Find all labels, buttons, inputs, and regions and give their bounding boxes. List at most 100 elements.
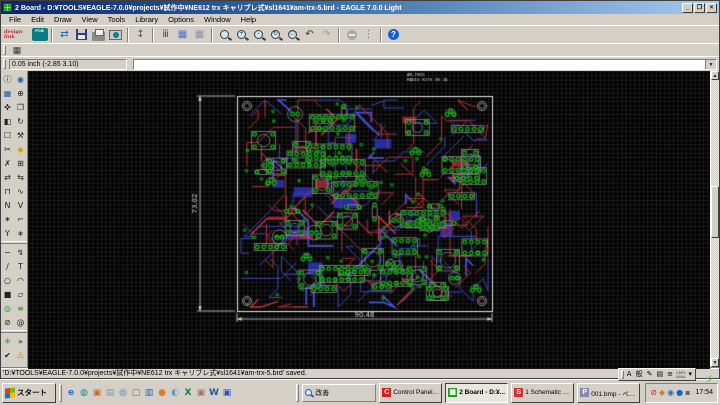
optimize-tool[interactable]: ∗ <box>14 226 27 240</box>
delete-tool[interactable]: ✗ <box>1 156 14 170</box>
media-orange-icon[interactable]: ▣ <box>91 386 103 400</box>
taskbar-handle[interactable] <box>296 383 300 402</box>
minimize-button[interactable]: _ <box>682 2 693 13</box>
circle-tool[interactable]: ○ <box>1 273 14 287</box>
ime-menu-icon[interactable]: ≡ <box>666 369 674 380</box>
polygon-tool[interactable]: ▱ <box>14 287 27 301</box>
firefox-icon[interactable]: ● <box>156 386 168 400</box>
mirror-tool[interactable]: ◧ <box>1 114 14 128</box>
display-monitor-icon[interactable]: ▥ <box>143 386 155 400</box>
scrollbar-thumb[interactable] <box>711 185 719 238</box>
design-rules-button[interactable]: ↕ <box>132 27 149 43</box>
zoom-select-button[interactable]: □ <box>284 27 301 43</box>
restore-button[interactable]: ❐ <box>694 2 705 13</box>
device-icon[interactable]: ▪ <box>685 388 690 398</box>
ratsnest-tool[interactable]: ✳ <box>1 334 14 348</box>
vertical-scrollbar[interactable]: ▲ ▼ <box>710 71 719 367</box>
ime-pen-icon[interactable]: ✎ <box>646 369 654 380</box>
task-button[interactable]: ▦ 2 Board - D:¥... <box>445 382 509 403</box>
move-tool[interactable]: ✜ <box>1 100 14 114</box>
ime-conversion-mode-button[interactable]: 般 <box>635 369 644 380</box>
task-button[interactable]: C Control Panel - ... <box>379 382 443 403</box>
route-tool[interactable]: ∽ <box>1 245 14 259</box>
pinswap-tool[interactable]: ⇄ <box>1 170 14 184</box>
meander-tool[interactable]: ∿ <box>14 184 27 198</box>
switch-board-schematic-button[interactable]: ⇄ <box>56 27 73 43</box>
menu-view[interactable]: View <box>77 14 103 25</box>
run-ulp-button[interactable]: ▦ <box>174 27 191 43</box>
excel-icon[interactable]: X <box>182 386 194 400</box>
task-button[interactable]: S1 Schematic - D... <box>511 382 575 403</box>
split-tool[interactable]: Y <box>1 226 14 240</box>
show-desktop-icon[interactable]: ▢ <box>130 386 142 400</box>
menu-help[interactable]: Help <box>236 14 261 25</box>
command-input[interactable] <box>134 59 705 69</box>
signal-tool[interactable]: ≡ <box>14 301 27 315</box>
rotate-tool[interactable]: ↻ <box>14 114 27 128</box>
zoom-out-button[interactable]: - <box>250 27 267 43</box>
arc-tool[interactable]: ◠ <box>14 273 27 287</box>
change-tool[interactable]: ⚒ <box>14 128 27 142</box>
save-button[interactable] <box>73 27 90 43</box>
menu-draw[interactable]: Draw <box>49 14 77 25</box>
add-tool[interactable]: ⊞ <box>14 156 27 170</box>
taskbar-clock[interactable]: 17:54 <box>695 389 713 396</box>
design-link-button[interactable]: design link <box>3 27 31 43</box>
mark-tool[interactable]: ⊕ <box>14 86 27 100</box>
scroll-up-button[interactable]: ▲ <box>711 71 719 80</box>
scrollbar-track[interactable] <box>711 80 719 358</box>
replace-tool[interactable]: ⇆ <box>14 170 27 184</box>
text-tool[interactable]: T <box>14 259 27 273</box>
command-dropdown-button[interactable]: ▼ <box>705 59 716 69</box>
show-tool[interactable]: ◉ <box>14 72 27 86</box>
ime-pad-icon[interactable]: ▤ <box>655 369 664 380</box>
name-tool[interactable]: N <box>1 198 14 212</box>
lock-tool[interactable]: ⊓ <box>1 184 14 198</box>
toolbar-handle[interactable] <box>3 59 6 69</box>
errors-tool[interactable]: ⚠ <box>14 348 27 362</box>
menu-options[interactable]: Options <box>163 14 199 25</box>
print-button[interactable] <box>90 27 107 43</box>
undo-button[interactable]: ↶ <box>301 27 318 43</box>
app-blue-icon[interactable]: ▣ <box>221 386 233 400</box>
copy-tool[interactable]: ❐ <box>14 100 27 114</box>
display-tool[interactable]: ▦ <box>1 86 14 100</box>
wire-tool[interactable]: ∕ <box>1 259 14 273</box>
msn-icon[interactable]: ◍ <box>78 386 90 400</box>
ime-input-mode-button[interactable]: A <box>626 369 633 380</box>
security-shield-icon[interactable]: ◆ <box>659 388 665 398</box>
close-button[interactable]: × <box>706 2 717 13</box>
hole-tool[interactable]: ⊘ <box>1 315 14 329</box>
paste-tool[interactable]: ◆ <box>14 142 27 156</box>
messenger-icon[interactable]: ● <box>676 388 683 398</box>
menu-tools[interactable]: Tools <box>103 14 131 25</box>
attribute-tool[interactable]: @ <box>14 315 27 329</box>
help-button[interactable]: ? <box>385 27 402 43</box>
taskbar-handle[interactable] <box>59 383 62 402</box>
pcb-quote-button[interactable]: PCB <box>31 27 48 43</box>
zoom-fit-button[interactable] <box>216 27 233 43</box>
zoom-redraw-button[interactable]: ↻ <box>267 27 284 43</box>
ime-language-bar[interactable]: A 般 ✎ ▤ ≡ CAPS KANA ▾ <box>617 368 696 381</box>
browser-blue-icon[interactable]: ◎ <box>117 386 129 400</box>
menu-edit[interactable]: Edit <box>26 14 49 25</box>
info-tool[interactable]: ⓘ <box>1 72 14 86</box>
menu-window[interactable]: Window <box>199 14 236 25</box>
rect-tool[interactable]: ■ <box>1 287 14 301</box>
ripup-tool[interactable]: ↯ <box>14 245 27 259</box>
autorouter-tool[interactable]: » <box>14 334 27 348</box>
group-tool[interactable]: ☐ <box>1 128 14 142</box>
zoom-in-button[interactable]: + <box>233 27 250 43</box>
stop-command-button[interactable] <box>343 27 360 43</box>
miter-tool[interactable]: ⌐ <box>14 212 27 226</box>
mail-icon[interactable]: ▤ <box>104 386 116 400</box>
value-tool[interactable]: V <box>14 198 27 212</box>
smash-tool[interactable]: ✶ <box>1 212 14 226</box>
media-player-icon[interactable]: ◐ <box>169 386 181 400</box>
start-button[interactable]: スタート <box>2 382 56 403</box>
task-button[interactable]: P001.bmp - ペイント <box>577 382 641 403</box>
menu-file[interactable]: File <box>4 14 26 25</box>
pcb-board-drawing[interactable] <box>28 71 710 369</box>
menu-library[interactable]: Library <box>130 14 163 25</box>
title-bar[interactable]: 2 Board - D:¥TOOLS¥EAGLE-7.0.0¥projects¥… <box>1 1 719 14</box>
